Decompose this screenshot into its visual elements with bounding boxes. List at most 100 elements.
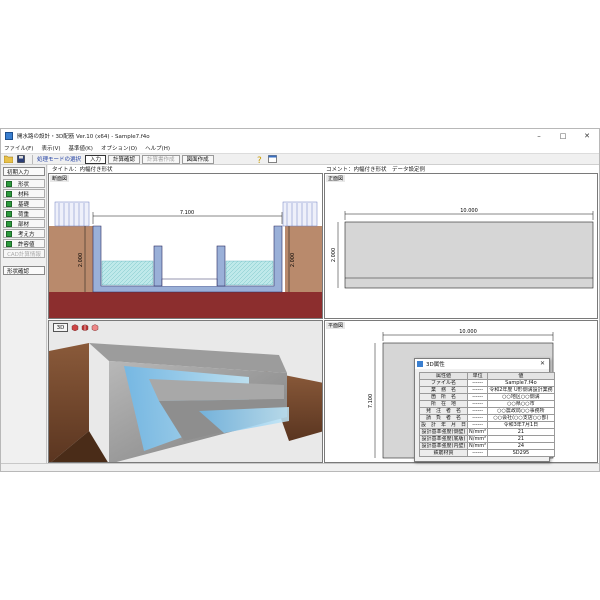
row-value: ○○農政局○○事務所: [487, 407, 555, 415]
dialog-app-icon: [417, 361, 423, 367]
sidebar: 初期入力 形状 材料 基礎 荷重 部材 考え方 許容値 CAD計算情報 形状確認: [1, 165, 47, 463]
plan-width-dim: 10.000: [459, 329, 477, 335]
front-drawing: 10.000 2.000: [331, 208, 594, 289]
cube-split-icon[interactable]: [81, 324, 89, 331]
sidebar-item-label: 部材: [18, 221, 30, 228]
section-drawing: 7.100 2.000 2.000: [49, 201, 322, 318]
sidebar-item-foundation[interactable]: 基礎: [3, 199, 45, 208]
check-icon: [6, 240, 12, 247]
front-view-label: 正面図: [326, 175, 346, 182]
row-unit: ------: [467, 400, 489, 408]
check-icon: [6, 180, 12, 187]
row-value: 21: [487, 428, 555, 436]
sidebar-item-approach[interactable]: 考え方: [3, 229, 45, 238]
row-value: ○○地区○○側溝: [487, 393, 555, 401]
row-name: 設計基準強度(側壁): [418, 428, 469, 436]
window-controls: – □ ✕: [527, 129, 599, 143]
shape-check-button[interactable]: 形状確認: [3, 266, 45, 275]
dialog-title-bar: 3D属性 ✕: [415, 359, 549, 369]
water-left: [101, 260, 154, 286]
section-left-height-dim: 2.000: [78, 253, 84, 267]
table-row[interactable]: 請 負 者 名 ------ ○○会社(○○支店○○部): [418, 414, 555, 422]
row-name: 箇 所 名: [418, 393, 469, 401]
sidebar-item-member[interactable]: 部材: [3, 219, 45, 228]
row-unit: ------: [467, 393, 489, 401]
help-icon[interactable]: ?: [256, 155, 265, 164]
minimize-button[interactable]: –: [527, 129, 551, 143]
table-row[interactable]: 設計基準強度(内壁) N/mm² 24: [418, 442, 555, 450]
row-unit: ------: [467, 414, 489, 422]
table-row[interactable]: 設計基準強度(側壁) N/mm² 21: [418, 428, 555, 436]
sidebar-head-initial-input[interactable]: 初期入力: [3, 167, 45, 176]
view-3d-button[interactable]: 3D: [53, 323, 68, 332]
check-icon: [6, 190, 12, 197]
row-unit: N/mm²: [467, 435, 489, 443]
dialog-title: 3D属性: [426, 362, 445, 368]
drawing-button[interactable]: 図面作成: [181, 154, 214, 164]
report-button[interactable]: 計算書作成: [142, 154, 180, 164]
cube-red-icon[interactable]: [71, 324, 79, 331]
front-view-pane[interactable]: 正面図 10.000 2.000: [324, 173, 598, 319]
inner-floor: [161, 278, 218, 286]
table-row[interactable]: 設計基準強度(底版) N/mm² 21: [418, 435, 555, 443]
dialog-close-icon[interactable]: ✕: [540, 360, 545, 367]
row-value: ○○会社(○○支店○○部): [487, 414, 555, 422]
check-icon: [6, 210, 12, 217]
check-icon: [6, 230, 12, 237]
table-row[interactable]: 設 計 年 月 日 ------ 令和3年7月1日: [418, 421, 555, 429]
row-value: 21: [487, 435, 555, 443]
menu-file[interactable]: ファイル(F): [4, 144, 33, 152]
maximize-button[interactable]: □: [551, 129, 575, 143]
row-name: 請 負 者 名: [418, 414, 469, 422]
check-icon: [6, 220, 12, 227]
view-3d-pane[interactable]: 3D: [48, 320, 323, 463]
row-unit: N/mm²: [467, 442, 489, 450]
toolbar-right-group: ?: [256, 155, 280, 164]
close-button[interactable]: ✕: [575, 129, 599, 143]
menu-options[interactable]: オプション(O): [101, 144, 137, 152]
menu-bar: ファイル(F) 表示(V) 基準値(K) オプション(O) ヘルプ(H): [1, 143, 599, 153]
row-name: 設計基準強度(底版): [418, 435, 469, 443]
row-value: ○○県○○市: [487, 400, 555, 408]
input-mode-button[interactable]: 入力: [85, 154, 107, 164]
calc-check-button[interactable]: 計算確認: [108, 154, 141, 164]
table-row[interactable]: 発 注 者 名 ------ ○○農政局○○事務所: [418, 407, 555, 415]
row-name: 設 計 年 月 日: [418, 421, 469, 429]
table-row[interactable]: ファイル名 ------ Sample7.f4o: [418, 379, 555, 387]
sidebar-item-load[interactable]: 荷重: [3, 209, 45, 218]
status-bar: [1, 463, 599, 471]
window-switch-icon[interactable]: [267, 155, 277, 164]
menu-standards[interactable]: 基準値(K): [69, 144, 93, 152]
row-unit: ------: [467, 421, 489, 429]
menu-help[interactable]: ヘルプ(H): [145, 144, 170, 152]
row-unit: ------: [467, 379, 489, 387]
sidebar-item-label: 考え方: [18, 231, 35, 238]
table-row[interactable]: 箇 所 名 ------ ○○地区○○側溝: [418, 393, 555, 401]
title-bar: 開水路の設計・3D配筋 Ver.10 (x64) - Sample7.f4o –…: [1, 129, 599, 143]
toolbar-separator: [32, 154, 33, 164]
open-folder-icon[interactable]: [4, 155, 13, 164]
drawing-comment: コメント：内幅付き形状 データ設定例: [326, 167, 426, 173]
attribute-table: 属性値 単位 値 ファイル名 ------ Sample7.f4o 業 務 名 ---…: [418, 372, 555, 457]
row-value: 24: [487, 442, 555, 450]
save-icon[interactable]: [16, 155, 25, 164]
soil-left: [49, 226, 93, 292]
sidebar-item-label: 許容値: [18, 241, 35, 248]
row-name: 発 注 者 名: [418, 407, 469, 415]
table-row[interactable]: 業 務 名 ------ 令和2年度 U形側溝設計業務: [418, 386, 555, 394]
sidebar-item-material[interactable]: 材料: [3, 189, 45, 198]
sidebar-item-shape[interactable]: 形状: [3, 179, 45, 188]
header-value: 値: [487, 372, 555, 380]
menu-view[interactable]: 表示(V): [41, 144, 60, 152]
row-name: 所 在 地: [418, 400, 469, 408]
row-value: 令和3年7月1日: [487, 421, 555, 429]
inner-wall-right: [216, 245, 226, 287]
sidebar-item-allowable[interactable]: 許容値: [3, 239, 45, 248]
window-title: 開水路の設計・3D配筋 Ver.10 (x64) - Sample7.f4o: [17, 134, 150, 140]
table-row[interactable]: 所 在 地 ------ ○○県○○市: [418, 400, 555, 408]
sidebar-item-label: 荷重: [18, 211, 30, 218]
section-view-pane[interactable]: 断面図 7.100 2.000 2.000: [48, 173, 323, 319]
table-row[interactable]: 鉄筋材質 ------ SD295: [418, 449, 555, 457]
header-attribute: 属性値: [418, 372, 469, 380]
cube-outline-icon[interactable]: [91, 324, 99, 331]
